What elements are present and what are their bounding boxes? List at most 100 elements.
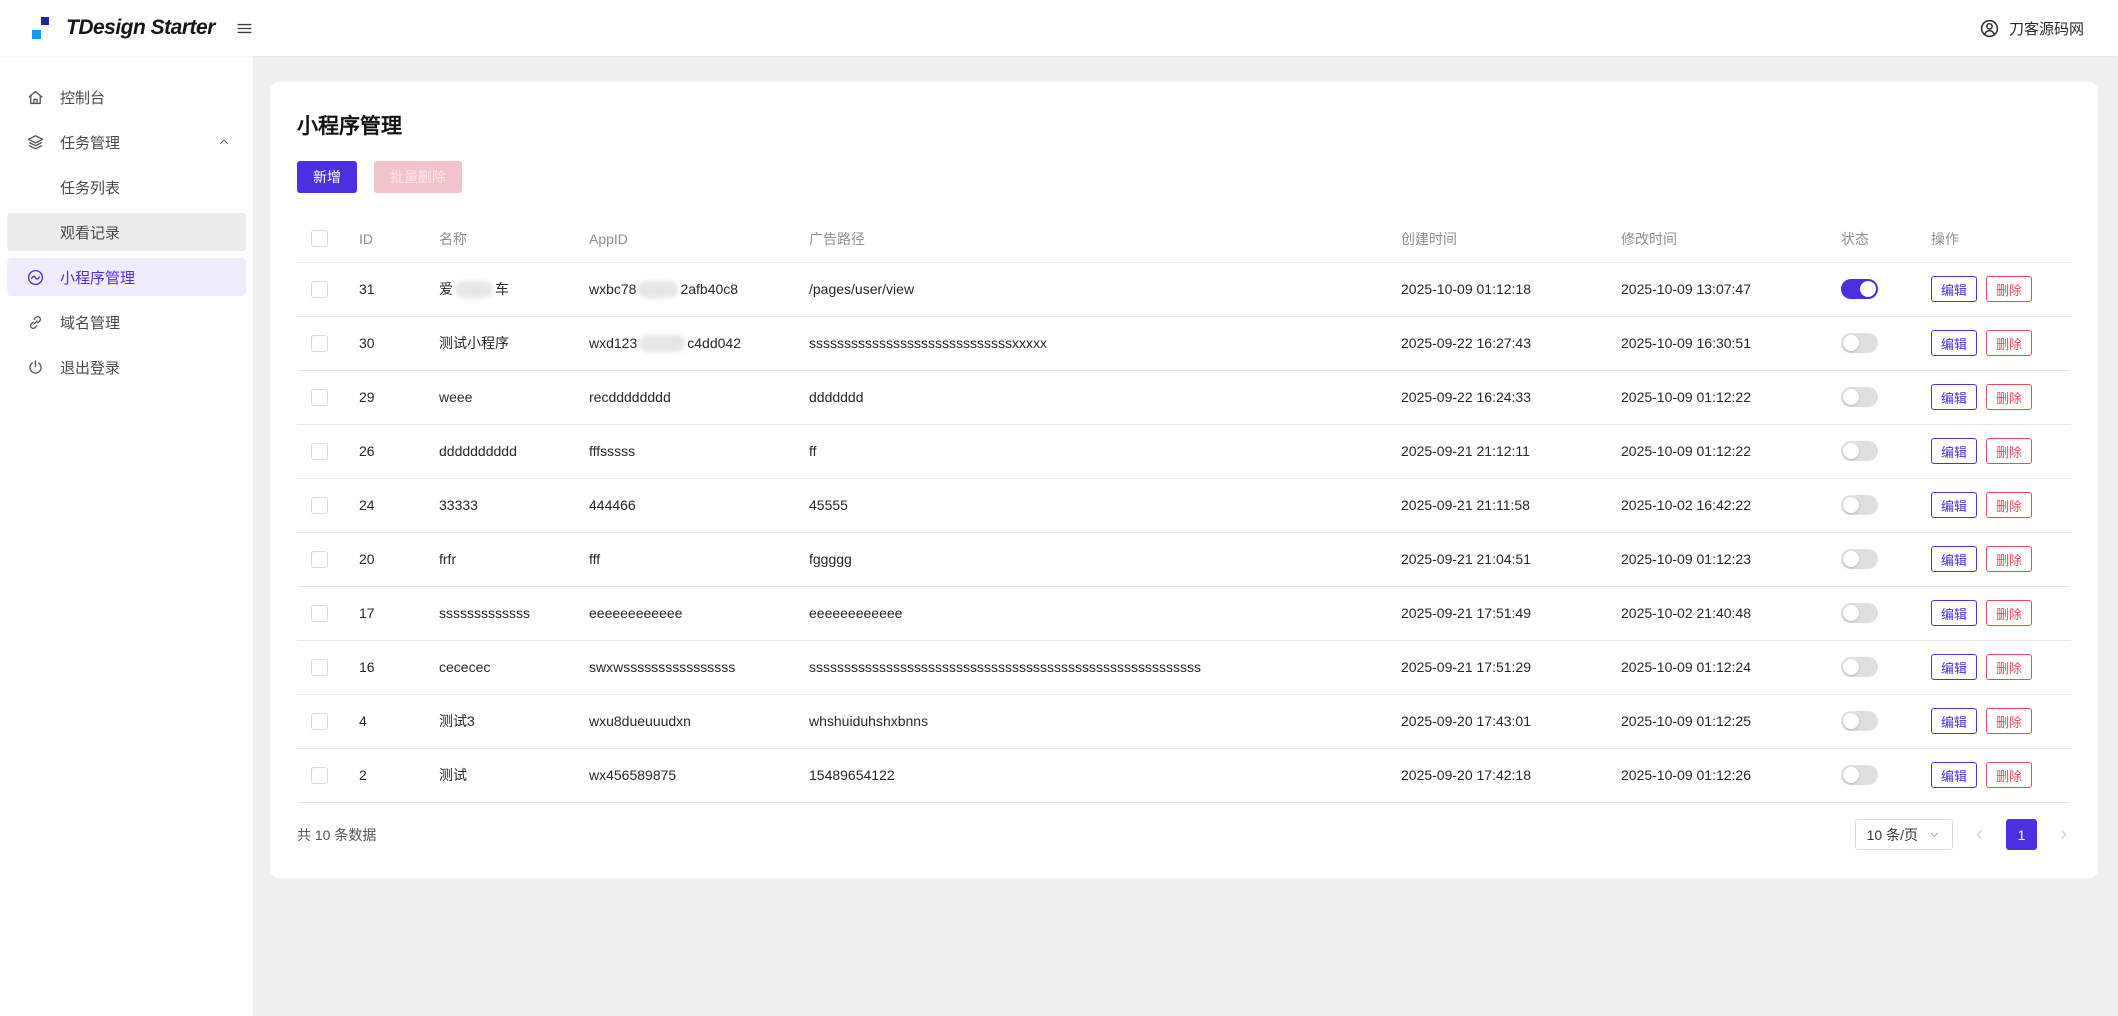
next-page-icon[interactable] <box>2056 827 2071 842</box>
redacted-blur <box>455 281 493 298</box>
brand-name: TDesign Starter <box>66 16 215 39</box>
status-toggle[interactable] <box>1841 441 1878 461</box>
sidebar-item-tasks[interactable]: 任务管理 <box>7 123 246 161</box>
table-row: 4 测试3 wxu8dueuuudxn whshuiduhshxbnns 2025-09… <box>297 694 2071 749</box>
chevron-up-icon <box>217 135 231 149</box>
page-title: 小程序管理 <box>297 115 402 138</box>
row-checkbox[interactable] <box>311 658 328 676</box>
row-checkbox[interactable] <box>311 442 328 460</box>
cell-id: 2 <box>359 748 439 803</box>
cell-actions: 编辑 删除 <box>1931 694 2071 749</box>
cell-name: weee <box>439 370 589 425</box>
delete-button[interactable]: 删除 <box>1986 600 2033 626</box>
edit-button[interactable]: 编辑 <box>1931 708 1978 734</box>
power-icon <box>26 358 47 377</box>
cell-created: 2025-09-22 16:27:43 <box>1401 316 1621 371</box>
user-name: 刀客源码网 <box>2008 20 2084 38</box>
cell-appid: wxd123 c4dd042 <box>589 316 809 371</box>
delete-button[interactable]: 删除 <box>1986 384 2033 410</box>
row-checkbox[interactable] <box>311 280 328 298</box>
status-toggle[interactable] <box>1841 495 1878 515</box>
logo-square-blue <box>32 30 41 39</box>
cell-actions: 编辑 删除 <box>1931 478 2071 533</box>
status-toggle[interactable] <box>1841 765 1878 785</box>
delete-button[interactable]: 删除 <box>1986 330 2033 356</box>
cell-modified: 2025-10-09 01:12:25 <box>1621 694 1841 749</box>
edit-button[interactable]: 编辑 <box>1931 762 1978 788</box>
delete-button[interactable]: 删除 <box>1986 762 2033 788</box>
status-toggle[interactable] <box>1841 333 1878 353</box>
row-checkbox[interactable] <box>311 712 328 730</box>
delete-button[interactable]: 删除 <box>1986 708 2033 734</box>
cell-actions: 编辑 删除 <box>1931 316 2071 371</box>
delete-button[interactable]: 删除 <box>1986 546 2033 572</box>
status-toggle[interactable] <box>1841 549 1878 569</box>
row-checkbox[interactable] <box>311 550 328 568</box>
row-checkbox[interactable] <box>311 766 328 784</box>
batch-delete-button[interactable]: 批量删除 <box>374 161 462 193</box>
cell-actions: 编辑 删除 <box>1931 586 2071 641</box>
brand: TDesign Starter <box>30 14 254 42</box>
sidebar-item-logout[interactable]: 退出登录 <box>7 348 246 386</box>
sidebar-menu: 控制台任务管理任务列表观看记录小程序管理域名管理退出登录 <box>0 78 253 386</box>
page-size-select[interactable]: 10 条/页 <box>1854 819 1953 850</box>
edit-button[interactable]: 编辑 <box>1931 276 1978 302</box>
sidebar-item-watch-record[interactable]: 观看记录 <box>7 213 246 251</box>
cell-appid: wx456589875 <box>589 748 809 803</box>
cell-id: 24 <box>359 478 439 533</box>
cell-name: dddddddddd <box>439 424 589 479</box>
cell-modified: 2025-10-09 16:30:51 <box>1621 316 1841 371</box>
redacted-blur <box>639 334 686 352</box>
row-checkbox[interactable] <box>311 334 328 352</box>
sidebar-item-miniprogram[interactable]: 小程序管理 <box>7 258 246 296</box>
edit-button[interactable]: 编辑 <box>1931 384 1978 410</box>
row-checkbox[interactable] <box>311 496 328 514</box>
cell-id: 26 <box>359 424 439 479</box>
prev-page-icon[interactable] <box>1972 827 1987 842</box>
cell-name: 爱车 <box>439 262 589 317</box>
edit-button[interactable]: 编辑 <box>1931 546 1978 572</box>
delete-button[interactable]: 删除 <box>1986 276 2033 302</box>
cell-id: 4 <box>359 694 439 749</box>
sidebar-item-domain[interactable]: 域名管理 <box>7 303 246 341</box>
row-checkbox[interactable] <box>311 388 328 406</box>
delete-button[interactable]: 删除 <box>1986 654 2033 680</box>
cell-name: 测试3 <box>439 694 589 749</box>
cell-ad-path: eeeeeeeeeeee <box>809 586 1401 641</box>
total-count: 共 10 条数据 <box>297 826 377 843</box>
edit-button[interactable]: 编辑 <box>1931 330 1978 356</box>
status-toggle[interactable] <box>1841 603 1878 623</box>
delete-button[interactable]: 删除 <box>1986 438 2033 464</box>
select-all-checkbox[interactable] <box>311 230 328 248</box>
table-row: 29 weee recdddddddd ddddddd 2025-09-22 16:24… <box>297 370 2071 425</box>
sidebar-item-task-list[interactable]: 任务列表 <box>7 168 246 206</box>
sidebar-item-dashboard[interactable]: 控制台 <box>7 78 246 116</box>
column-header: 广告路径 <box>809 216 1401 263</box>
status-toggle[interactable] <box>1841 279 1878 299</box>
cell-id: 31 <box>359 262 439 317</box>
chevron-down-icon <box>1928 828 1941 841</box>
row-checkbox[interactable] <box>311 604 328 622</box>
column-header: 状态 <box>1841 216 1931 263</box>
hamburger-menu-icon[interactable] <box>235 19 254 38</box>
table-row: 26 dddddddddd fffsssss ff 2025-09-21 21:12:1… <box>297 424 2071 479</box>
status-toggle[interactable] <box>1841 711 1878 731</box>
edit-button[interactable]: 编辑 <box>1931 492 1978 518</box>
edit-button[interactable]: 编辑 <box>1931 438 1978 464</box>
delete-button[interactable]: 删除 <box>1986 492 2033 518</box>
cell-ad-path: /pages/user/view <box>809 262 1401 317</box>
cell-ad-path: ff <box>809 424 1401 479</box>
cell-appid: wxu8dueuuudxn <box>589 694 809 749</box>
cell-modified: 2025-10-02 21:40:48 <box>1621 586 1841 641</box>
status-toggle[interactable] <box>1841 387 1878 407</box>
redacted-blur <box>638 280 679 298</box>
status-toggle[interactable] <box>1841 657 1878 677</box>
edit-button[interactable]: 编辑 <box>1931 654 1978 680</box>
edit-button[interactable]: 编辑 <box>1931 600 1978 626</box>
user-menu[interactable]: 刀客源码网 <box>1979 18 2084 39</box>
add-button[interactable]: 新增 <box>297 161 357 193</box>
page-1-button[interactable]: 1 <box>2006 819 2037 850</box>
content-card: 小程序管理 新增 批量删除 ID 名称 AppID 广告路径 创建时间 修改时间 状态 操作 … <box>270 82 2098 878</box>
cell-created: 2025-09-21 17:51:29 <box>1401 640 1621 695</box>
cell-ad-path: ssssssssssssssssssssssssssssssssssssssss… <box>809 640 1401 695</box>
